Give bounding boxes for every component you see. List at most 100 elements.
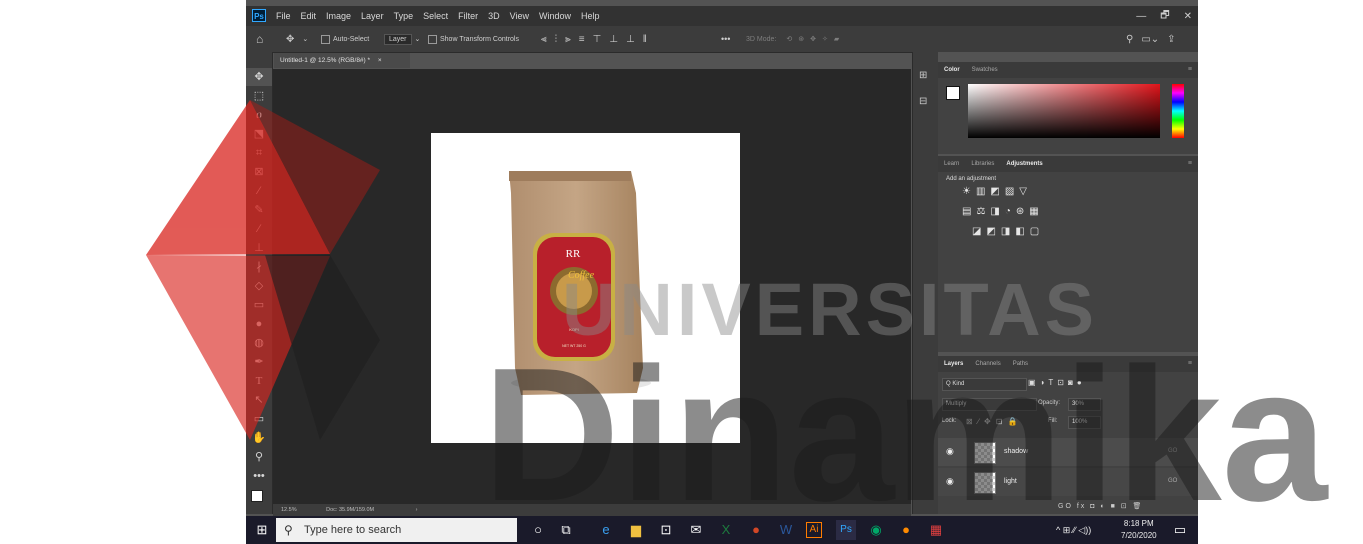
menu-item-view[interactable]: View (510, 11, 529, 21)
history-panel-icon[interactable]: ⊞ (919, 70, 927, 81)
tab-learn[interactable]: Learn (944, 161, 959, 167)
taskbar-search-input[interactable]: ⚲ Type here to search (276, 518, 517, 542)
excel-icon[interactable]: X (716, 520, 736, 540)
app-icon[interactable]: ◉ (866, 520, 886, 540)
type-tool-icon[interactable]: T (246, 372, 272, 390)
cortana-icon[interactable]: ○ (528, 520, 548, 540)
adjustment-icons-row-1[interactable]: ☀▥◩▨▽ (962, 186, 1032, 197)
panel-menu-icon[interactable]: ≡ (1188, 66, 1192, 73)
system-tray[interactable]: ^ ⊞ ∕∕ ◁)) (1056, 525, 1091, 536)
auto-select-dropdown[interactable]: Layer ⌄ (380, 26, 420, 52)
menu-item-edit[interactable]: Edit (301, 11, 317, 21)
fg-color-chip[interactable] (946, 86, 960, 100)
menu-item-filter[interactable]: Filter (458, 11, 478, 21)
path-select-tool-icon[interactable]: ↖ (246, 391, 272, 409)
foreground-color-swatch[interactable] (251, 490, 263, 502)
task-view-icon[interactable]: ⧉ (556, 520, 576, 540)
powerpoint-icon[interactable]: ● (746, 520, 766, 540)
more-options-button[interactable]: ••• (721, 26, 730, 52)
fill-field[interactable]: 100% (1068, 416, 1101, 429)
home-icon[interactable]: ⌂ (256, 26, 271, 52)
color-field[interactable] (968, 84, 1160, 138)
workspace-icon[interactable]: ▭⌄ (1141, 34, 1159, 45)
brush-tool-icon[interactable]: ∕ (246, 220, 272, 238)
tab-swatches[interactable]: Swatches (972, 67, 998, 73)
lock-icons[interactable]: ⊠∕✥⊡🔒 (966, 417, 1022, 426)
menu-item-3d[interactable]: 3D (488, 11, 500, 21)
tab-channels[interactable]: Channels (975, 361, 1000, 367)
notifications-icon[interactable]: ▭ (1170, 520, 1190, 540)
panel-menu-icon[interactable]: ≡ (1188, 360, 1192, 367)
rectangle-tool-icon[interactable]: ▭ (246, 410, 272, 428)
minimize-button[interactable]: — (1136, 11, 1146, 22)
panel-menu-icon[interactable]: ≡ (1188, 160, 1192, 167)
menu-item-type[interactable]: Type (394, 11, 414, 21)
auto-select-checkbox[interactable]: Auto-Select (321, 26, 369, 52)
menu-item-file[interactable]: File (276, 11, 291, 21)
frame-tool-icon[interactable]: ⊠ (246, 163, 272, 181)
tab-color[interactable]: Color (944, 67, 960, 73)
restore-button[interactable]: 🗗 (1160, 8, 1169, 25)
document-canvas[interactable]: RR Coffee KOPI NET WT 250 G (431, 133, 740, 443)
object-select-tool-icon[interactable]: ⬔ (246, 125, 272, 143)
stamp-tool-icon[interactable]: ⊥ (246, 239, 272, 257)
search-icon[interactable]: ⚲ (1126, 34, 1133, 45)
word-icon[interactable]: W (776, 520, 796, 540)
tab-layers[interactable]: Layers (944, 361, 963, 367)
adjustment-icons-row-2[interactable]: ▤⚖◨◔⊛▦ (962, 206, 1044, 217)
align-icons[interactable]: ⫷ ⫶ ⫸ ≡ ⊤ ⊥ ⊥ ‖ (541, 26, 655, 52)
tab-libraries[interactable]: Libraries (971, 161, 994, 167)
marquee-tool-icon[interactable]: ⬚ (246, 87, 272, 105)
visibility-eye-icon[interactable]: ◉ (946, 476, 954, 487)
document-tab[interactable]: Untitled-1 @ 12.5% (RGB/8#) * × (274, 53, 410, 68)
layer-filter-dropdown[interactable]: Q Kind (942, 378, 1027, 391)
filter-icons[interactable]: ▣◑T⊡◙● (1028, 378, 1086, 387)
menu-item-select[interactable]: Select (423, 11, 448, 21)
eyedropper-tool-icon[interactable]: ⁄ (246, 182, 272, 200)
adjustment-icons-row-3[interactable]: ◪◩◨◧▢ (972, 226, 1044, 237)
clock[interactable]: 8:18 PM 7/20/2020 (1121, 519, 1157, 540)
move-tool-icon[interactable]: ✥ (246, 68, 272, 86)
move-tool-icon[interactable]: ✥ ⌄ (286, 26, 316, 52)
menu-item-image[interactable]: Image (326, 11, 351, 21)
share-icon[interactable]: ⇪ (1167, 34, 1175, 45)
layer-name[interactable]: light (1004, 478, 1017, 485)
layer-row[interactable]: ◉ shadow GO (938, 438, 1198, 466)
file-explorer-icon[interactable]: ▆ (626, 520, 646, 540)
status-arrow[interactable]: › (416, 507, 418, 513)
edge-icon[interactable]: e (596, 520, 616, 540)
hue-slider[interactable] (1172, 84, 1184, 138)
menu-item-window[interactable]: Window (539, 11, 571, 21)
close-window-button[interactable]: ✕ (1184, 11, 1192, 22)
eraser-tool-icon[interactable]: ◇ (246, 277, 272, 295)
windows-start-icon[interactable]: ⊞ (252, 520, 272, 540)
opacity-field[interactable]: 30% (1068, 398, 1101, 411)
layer-row[interactable]: ◉ light GO (938, 468, 1198, 496)
photoshop-taskbar-icon[interactable]: Ps (836, 520, 856, 540)
illustrator-icon[interactable]: Ai (806, 522, 822, 538)
tab-paths[interactable]: Paths (1013, 361, 1028, 367)
blur-tool-icon[interactable]: ● (246, 315, 272, 333)
app2-icon[interactable]: ▦ (926, 520, 946, 540)
firefox-icon[interactable]: ● (896, 520, 916, 540)
history-brush-tool-icon[interactable]: ∤ (246, 258, 272, 276)
show-transform-checkbox[interactable]: Show Transform Controls (428, 26, 519, 52)
crop-tool-icon[interactable]: ⌗ (246, 144, 272, 162)
menu-item-layer[interactable]: Layer (361, 11, 384, 21)
pen-tool-icon[interactable]: ✒ (246, 353, 272, 371)
tab-adjustments[interactable]: Adjustments (1006, 161, 1042, 167)
lasso-tool-icon[interactable]: ዐ (246, 106, 272, 124)
close-tab-icon[interactable]: × (378, 57, 382, 64)
zoom-tool-icon[interactable]: ⚲ (246, 448, 272, 466)
properties-panel-icon[interactable]: ⊟ (919, 96, 927, 107)
blend-mode-dropdown[interactable]: Multiply (942, 398, 1037, 411)
visibility-eye-icon[interactable]: ◉ (946, 446, 954, 457)
healing-tool-icon[interactable]: ✎ (246, 201, 272, 219)
layers-footer-icons[interactable]: GO fx ◘ ◐ ■ ⊡ 🗑 (1058, 502, 1143, 510)
store-icon[interactable]: ⊡ (656, 520, 676, 540)
dodge-tool-icon[interactable]: ◍ (246, 334, 272, 352)
gradient-tool-icon[interactable]: ▭ (246, 296, 272, 314)
layer-name[interactable]: shadow (1004, 448, 1028, 455)
menu-item-help[interactable]: Help (581, 11, 600, 21)
more-tools-icon[interactable]: ••• (246, 467, 272, 485)
